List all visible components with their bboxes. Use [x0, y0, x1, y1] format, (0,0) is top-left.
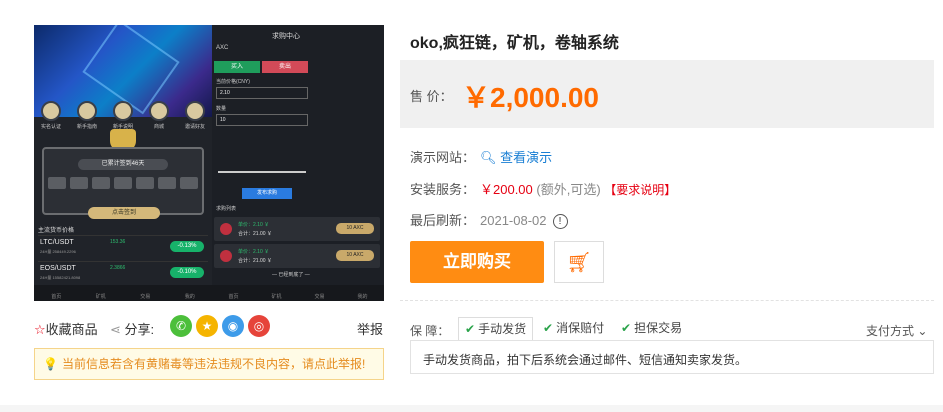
price-label: 售 价：: [410, 89, 453, 104]
preview-icon: 商城: [146, 101, 172, 130]
search-icon: 🔍︎: [480, 150, 497, 165]
preview-qty-input: 10: [216, 114, 308, 126]
chevron-down-icon: ⌄: [917, 324, 928, 338]
report-warning[interactable]: 💡 当前信息若含有黄赌毒等违法违规不良内容，请点此举报!: [34, 348, 384, 380]
check-icon: ✔: [465, 322, 476, 336]
product-title: oko,疯狂链，矿机，卷轴系统: [410, 35, 619, 52]
divider: [400, 300, 934, 301]
preview-title: 求购中心: [272, 33, 300, 40]
install-requirements-link[interactable]: 【要求说明】: [604, 183, 676, 197]
preview-tabbar: 首页 矿机 交易 我的: [212, 285, 384, 301]
preview-market-row: LTC/USDT 24H量 258449.2296 153.36 -0.13%: [38, 235, 208, 257]
preview-symbol: AXC: [216, 45, 229, 51]
preview-icon: 实名认证: [38, 101, 64, 130]
preview-price-label: 当前价格(CNY): [216, 79, 250, 85]
wechat-icon[interactable]: ✆: [170, 315, 192, 337]
share-icon: ⋖: [110, 322, 121, 337]
preview-order: 单价：2.10 ￥ 合计：21.00 ￥ 10 AXC: [214, 244, 380, 268]
preview-signin-panel: 已累计签到46天: [42, 147, 204, 215]
star-icon: ☆: [34, 322, 46, 337]
check-icon: ✔: [543, 321, 554, 335]
preview-market-row: EOS/USDT 24H量 15582421.8098 2.3866 -0.10…: [38, 261, 208, 283]
payment-method-toggle[interactable]: 支付方式 ⌄: [866, 322, 927, 339]
check-icon: ✔: [621, 321, 632, 335]
preview-order: 单价：2.10 ￥ 合计：21.00 ￥ 10 AXC: [214, 217, 380, 241]
preview-tabbar: 首页 矿机 交易 我的: [34, 285, 212, 301]
demo-label: 演示网站：: [410, 150, 476, 165]
refresh-row: 最后刷新： 2021-08-02!: [410, 210, 568, 230]
product-preview-image[interactable]: 实名认证 新手指南 新手说明 商城 邀请好友 已累计签到46天 点击签到 主流货…: [34, 25, 384, 301]
lightbulb-icon: 💡: [43, 357, 58, 371]
demo-row: 演示网站： 🔍︎ 查看演示: [410, 147, 552, 166]
install-row: 安装服务： ￥200.00 (额外,可选) 【要求说明】: [410, 179, 676, 198]
qzone-icon[interactable]: ★: [196, 315, 218, 337]
preview-list-title: 求购列表: [216, 206, 237, 212]
preview-price-input: 2.10: [216, 87, 308, 99]
preview-left-screen: 实名认证 新手指南 新手说明 商城 邀请好友 已累计签到46天 点击签到 主流货…: [34, 25, 212, 301]
buy-now-button[interactable]: 立即购买: [410, 241, 544, 283]
preview-sell-tab: 卖出: [262, 61, 308, 73]
preview-icon: 新手指南: [74, 101, 100, 130]
cart-icon[interactable]: 🛒︎: [554, 241, 604, 283]
preview-icon: 邀请好友: [182, 101, 208, 130]
preview-buy-tab: 买入: [214, 61, 260, 73]
favorite-label: 收藏商品: [45, 322, 98, 337]
preview-slider: [218, 171, 306, 173]
share-label-group: ⋖ 分享:: [110, 319, 154, 338]
preview-signin-button: 点击签到: [88, 207, 160, 219]
shipping-note: 手动发货商品，拍下后系统会通过邮件、短信通知卖家发货。: [410, 340, 934, 374]
price-box: 售 价： ￥2,000.00: [400, 60, 934, 128]
preview-end-text: — 已经到底了 —: [272, 272, 310, 278]
preview-icon: 新手说明: [110, 101, 136, 130]
weibo-icon[interactable]: ◎: [248, 315, 270, 337]
preview-right-screen: 求购中心 AXC 买入 卖出 当前价格(CNY) 2.10 数量 10 发布求购…: [212, 25, 384, 301]
preview-icon-row: 实名认证 新手指南 新手说明 商城 邀请好友: [38, 101, 208, 130]
preview-publish-button: 发布求购: [242, 188, 292, 199]
preview-market-title: 主流货币价格: [38, 228, 75, 234]
report-link[interactable]: 举报: [357, 319, 383, 338]
refresh-date: 2021-08-02: [480, 213, 547, 228]
qq-icon[interactable]: ◉: [222, 315, 244, 337]
install-label: 安装服务：: [410, 182, 476, 197]
product-card: 实名认证 新手指南 新手说明 商城 邀请好友 已累计签到46天 点击签到 主流货…: [0, 0, 943, 405]
info-icon[interactable]: !: [552, 214, 568, 230]
install-note: (额外,可选): [536, 182, 601, 197]
signin-days: 已累计签到46天: [78, 159, 168, 170]
refresh-label: 最后刷新：: [410, 213, 476, 228]
share-label: 分享:: [124, 322, 155, 337]
guarantee-tab-manual[interactable]: ✔ 手动发货: [458, 317, 534, 341]
guarantee-label: 保 障：: [410, 324, 450, 338]
favorite-button[interactable]: ☆收藏商品: [34, 319, 98, 338]
preview-qty-label: 数量: [216, 106, 227, 112]
install-price: ￥200.00: [480, 182, 533, 197]
warning-text: 当前信息若含有黄赌毒等违法违规不良内容，请点此举报!: [61, 357, 366, 371]
demo-link[interactable]: 🔍︎ 查看演示: [480, 150, 552, 165]
guarantee-tab-compensation[interactable]: ✔ 消保赔付: [537, 317, 610, 341]
price-value: ￥2,000.00: [462, 82, 599, 113]
guarantee-tab-escrow[interactable]: ✔ 担保交易: [615, 317, 688, 341]
